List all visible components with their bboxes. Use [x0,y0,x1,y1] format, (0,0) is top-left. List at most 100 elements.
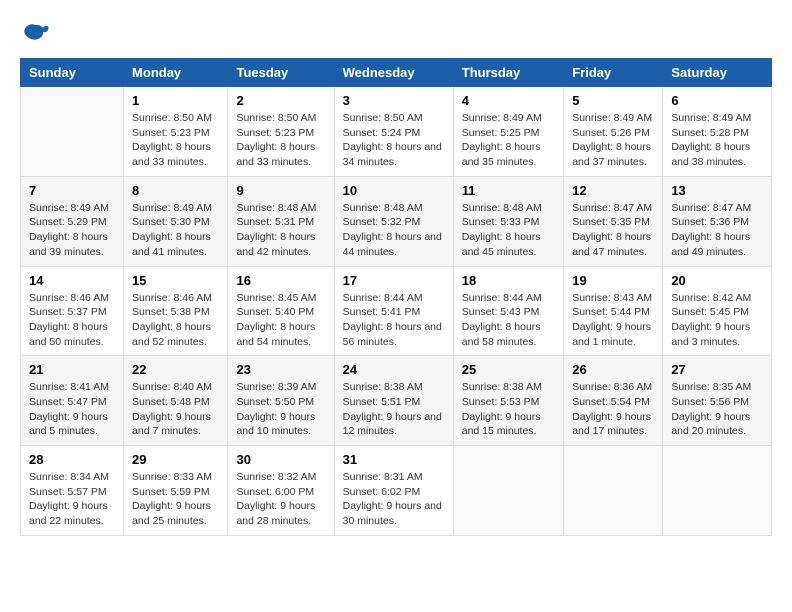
day-info: Sunrise: 8:43 AMSunset: 5:44 PMDaylight:… [572,291,654,350]
day-number: 21 [29,362,115,377]
calendar-cell: 22 Sunrise: 8:40 AMSunset: 5:48 PMDaylig… [124,356,228,446]
calendar-cell: 27 Sunrise: 8:35 AMSunset: 5:56 PMDaylig… [663,356,772,446]
day-info: Sunrise: 8:33 AMSunset: 5:59 PMDaylight:… [132,470,219,529]
day-number: 12 [572,183,654,198]
day-number: 10 [343,183,445,198]
calendar-cell: 2 Sunrise: 8:50 AMSunset: 5:23 PMDayligh… [228,87,334,177]
day-info: Sunrise: 8:49 AMSunset: 5:29 PMDaylight:… [29,201,115,260]
day-number: 20 [671,273,763,288]
day-number: 31 [343,452,445,467]
day-info: Sunrise: 8:47 AMSunset: 5:35 PMDaylight:… [572,201,654,260]
day-number: 30 [236,452,325,467]
day-number: 19 [572,273,654,288]
week-row-2: 7 Sunrise: 8:49 AMSunset: 5:29 PMDayligh… [21,176,772,266]
calendar-cell: 18 Sunrise: 8:44 AMSunset: 5:43 PMDaylig… [453,266,563,356]
day-number: 2 [236,93,325,108]
day-info: Sunrise: 8:39 AMSunset: 5:50 PMDaylight:… [236,380,325,439]
weekday-header-saturday: Saturday [663,59,772,87]
day-number: 11 [462,183,555,198]
day-info: Sunrise: 8:48 AMSunset: 5:33 PMDaylight:… [462,201,555,260]
calendar-cell: 14 Sunrise: 8:46 AMSunset: 5:37 PMDaylig… [21,266,124,356]
day-info: Sunrise: 8:50 AMSunset: 5:24 PMDaylight:… [343,111,445,170]
calendar-cell: 21 Sunrise: 8:41 AMSunset: 5:47 PMDaylig… [21,356,124,446]
calendar-cell: 20 Sunrise: 8:42 AMSunset: 5:45 PMDaylig… [663,266,772,356]
calendar-cell: 30 Sunrise: 8:32 AMSunset: 6:00 PMDaylig… [228,446,334,536]
day-number: 23 [236,362,325,377]
day-info: Sunrise: 8:49 AMSunset: 5:30 PMDaylight:… [132,201,219,260]
calendar-cell: 9 Sunrise: 8:48 AMSunset: 5:31 PMDayligh… [228,176,334,266]
calendar-cell: 29 Sunrise: 8:33 AMSunset: 5:59 PMDaylig… [124,446,228,536]
week-row-1: 1 Sunrise: 8:50 AMSunset: 5:23 PMDayligh… [21,87,772,177]
calendar-cell [564,446,663,536]
calendar-cell [21,87,124,177]
day-number: 27 [671,362,763,377]
day-number: 7 [29,183,115,198]
day-number: 4 [462,93,555,108]
calendar-cell: 17 Sunrise: 8:44 AMSunset: 5:41 PMDaylig… [334,266,453,356]
week-row-4: 21 Sunrise: 8:41 AMSunset: 5:47 PMDaylig… [21,356,772,446]
day-number: 3 [343,93,445,108]
weekday-header-wednesday: Wednesday [334,59,453,87]
day-info: Sunrise: 8:32 AMSunset: 6:00 PMDaylight:… [236,470,325,529]
day-number: 28 [29,452,115,467]
day-info: Sunrise: 8:46 AMSunset: 5:38 PMDaylight:… [132,291,219,350]
logo [20,20,54,48]
calendar-cell: 31 Sunrise: 8:31 AMSunset: 6:02 PMDaylig… [334,446,453,536]
day-info: Sunrise: 8:49 AMSunset: 5:28 PMDaylight:… [671,111,763,170]
calendar-cell [663,446,772,536]
calendar-cell: 25 Sunrise: 8:38 AMSunset: 5:53 PMDaylig… [453,356,563,446]
calendar-cell: 6 Sunrise: 8:49 AMSunset: 5:28 PMDayligh… [663,87,772,177]
calendar-cell: 16 Sunrise: 8:45 AMSunset: 5:40 PMDaylig… [228,266,334,356]
day-number: 25 [462,362,555,377]
day-number: 14 [29,273,115,288]
weekday-header-row: SundayMondayTuesdayWednesdayThursdayFrid… [21,59,772,87]
day-number: 29 [132,452,219,467]
day-number: 9 [236,183,325,198]
calendar-cell: 1 Sunrise: 8:50 AMSunset: 5:23 PMDayligh… [124,87,228,177]
calendar-cell: 5 Sunrise: 8:49 AMSunset: 5:26 PMDayligh… [564,87,663,177]
day-info: Sunrise: 8:50 AMSunset: 5:23 PMDaylight:… [132,111,219,170]
calendar-cell: 13 Sunrise: 8:47 AMSunset: 5:36 PMDaylig… [663,176,772,266]
weekday-header-thursday: Thursday [453,59,563,87]
calendar-cell: 10 Sunrise: 8:48 AMSunset: 5:32 PMDaylig… [334,176,453,266]
calendar-cell: 28 Sunrise: 8:34 AMSunset: 5:57 PMDaylig… [21,446,124,536]
calendar-cell: 4 Sunrise: 8:49 AMSunset: 5:25 PMDayligh… [453,87,563,177]
day-number: 15 [132,273,219,288]
day-number: 13 [671,183,763,198]
day-info: Sunrise: 8:34 AMSunset: 5:57 PMDaylight:… [29,470,115,529]
day-number: 22 [132,362,219,377]
day-number: 5 [572,93,654,108]
calendar-cell: 3 Sunrise: 8:50 AMSunset: 5:24 PMDayligh… [334,87,453,177]
day-number: 17 [343,273,445,288]
day-info: Sunrise: 8:41 AMSunset: 5:47 PMDaylight:… [29,380,115,439]
calendar-cell: 8 Sunrise: 8:49 AMSunset: 5:30 PMDayligh… [124,176,228,266]
day-number: 16 [236,273,325,288]
weekday-header-friday: Friday [564,59,663,87]
calendar-cell: 7 Sunrise: 8:49 AMSunset: 5:29 PMDayligh… [21,176,124,266]
calendar-cell: 19 Sunrise: 8:43 AMSunset: 5:44 PMDaylig… [564,266,663,356]
calendar-cell: 12 Sunrise: 8:47 AMSunset: 5:35 PMDaylig… [564,176,663,266]
day-info: Sunrise: 8:38 AMSunset: 5:51 PMDaylight:… [343,380,445,439]
day-number: 6 [671,93,763,108]
page-header [20,20,772,48]
day-info: Sunrise: 8:46 AMSunset: 5:37 PMDaylight:… [29,291,115,350]
day-number: 26 [572,362,654,377]
day-info: Sunrise: 8:36 AMSunset: 5:54 PMDaylight:… [572,380,654,439]
day-info: Sunrise: 8:40 AMSunset: 5:48 PMDaylight:… [132,380,219,439]
day-info: Sunrise: 8:31 AMSunset: 6:02 PMDaylight:… [343,470,445,529]
day-number: 8 [132,183,219,198]
day-number: 1 [132,93,219,108]
logo-icon [20,20,50,48]
day-number: 24 [343,362,445,377]
day-info: Sunrise: 8:45 AMSunset: 5:40 PMDaylight:… [236,291,325,350]
day-info: Sunrise: 8:50 AMSunset: 5:23 PMDaylight:… [236,111,325,170]
day-info: Sunrise: 8:44 AMSunset: 5:43 PMDaylight:… [462,291,555,350]
day-info: Sunrise: 8:42 AMSunset: 5:45 PMDaylight:… [671,291,763,350]
calendar-cell: 11 Sunrise: 8:48 AMSunset: 5:33 PMDaylig… [453,176,563,266]
day-info: Sunrise: 8:44 AMSunset: 5:41 PMDaylight:… [343,291,445,350]
weekday-header-monday: Monday [124,59,228,87]
day-info: Sunrise: 8:49 AMSunset: 5:26 PMDaylight:… [572,111,654,170]
day-info: Sunrise: 8:48 AMSunset: 5:32 PMDaylight:… [343,201,445,260]
calendar-cell: 24 Sunrise: 8:38 AMSunset: 5:51 PMDaylig… [334,356,453,446]
day-info: Sunrise: 8:49 AMSunset: 5:25 PMDaylight:… [462,111,555,170]
